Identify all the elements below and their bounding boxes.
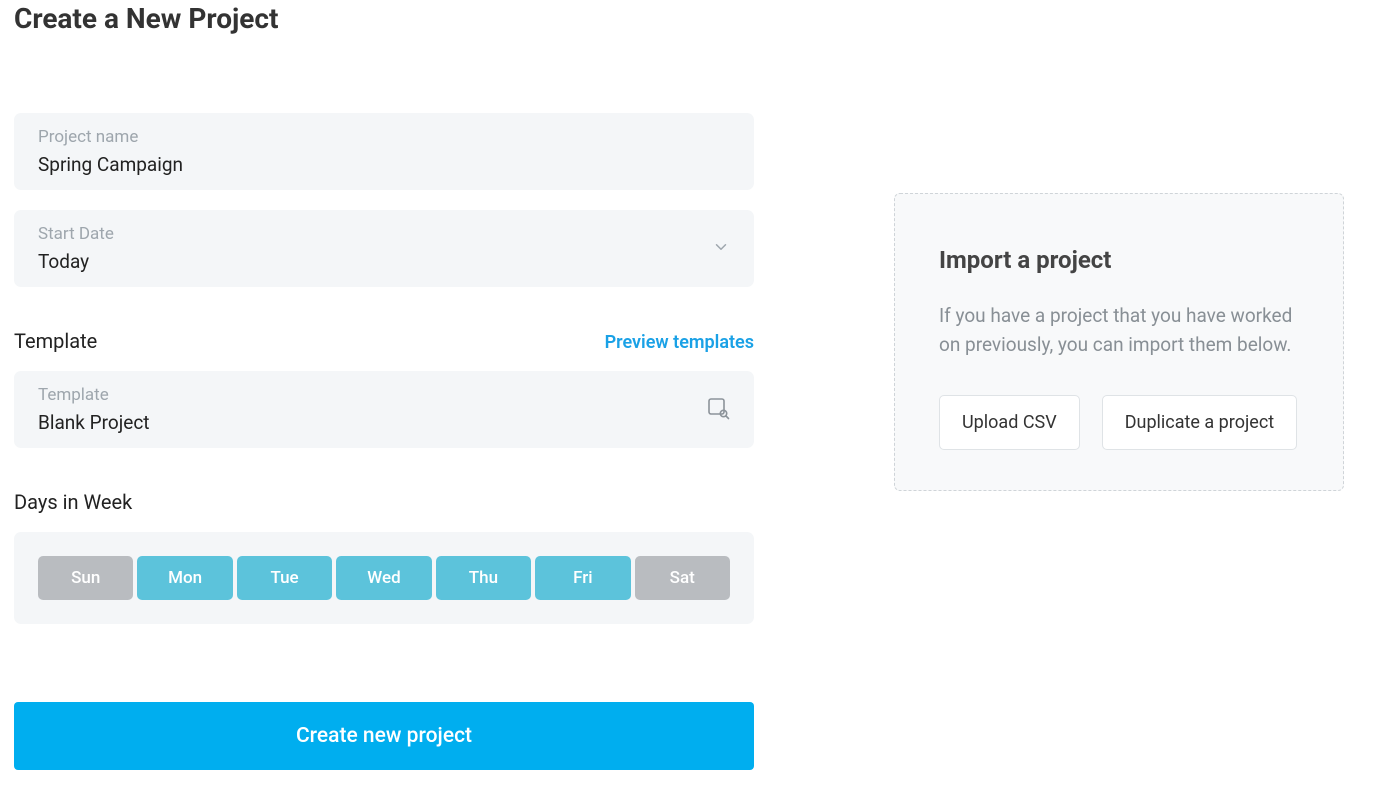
day-chip-sat[interactable]: Sat bbox=[635, 556, 730, 600]
day-chip-fri[interactable]: Fri bbox=[535, 556, 630, 600]
create-project-button[interactable]: Create new project bbox=[14, 702, 754, 770]
create-project-form: Project name Start Date Today Template P… bbox=[14, 113, 754, 770]
template-field-label: Template bbox=[38, 385, 730, 405]
template-section-title: Template bbox=[14, 329, 97, 353]
start-date-label: Start Date bbox=[38, 224, 730, 244]
import-title: Import a project bbox=[939, 246, 1299, 274]
upload-csv-button[interactable]: Upload CSV bbox=[939, 395, 1080, 450]
day-chip-mon[interactable]: Mon bbox=[137, 556, 232, 600]
day-chip-sun[interactable]: Sun bbox=[38, 556, 133, 600]
day-chip-wed[interactable]: Wed bbox=[336, 556, 431, 600]
template-value: Blank Project bbox=[38, 411, 730, 434]
import-project-card: Import a project If you have a project t… bbox=[894, 193, 1344, 491]
project-name-label: Project name bbox=[38, 127, 730, 147]
start-date-field[interactable]: Start Date Today bbox=[14, 210, 754, 287]
template-field[interactable]: Template Blank Project bbox=[14, 371, 754, 448]
preview-templates-link[interactable]: Preview templates bbox=[605, 332, 754, 353]
days-section-title: Days in Week bbox=[14, 490, 754, 514]
day-chip-thu[interactable]: Thu bbox=[436, 556, 531, 600]
project-name-field[interactable]: Project name bbox=[14, 113, 754, 190]
duplicate-project-button[interactable]: Duplicate a project bbox=[1102, 395, 1297, 450]
days-in-week-box: SunMonTueWedThuFriSat bbox=[14, 532, 754, 624]
start-date-value: Today bbox=[38, 250, 730, 273]
day-chip-tue[interactable]: Tue bbox=[237, 556, 332, 600]
project-name-input[interactable] bbox=[38, 153, 730, 176]
page-title: Create a New Project bbox=[14, 2, 1386, 35]
import-description: If you have a project that you have work… bbox=[939, 302, 1299, 359]
template-search-icon bbox=[706, 396, 730, 424]
